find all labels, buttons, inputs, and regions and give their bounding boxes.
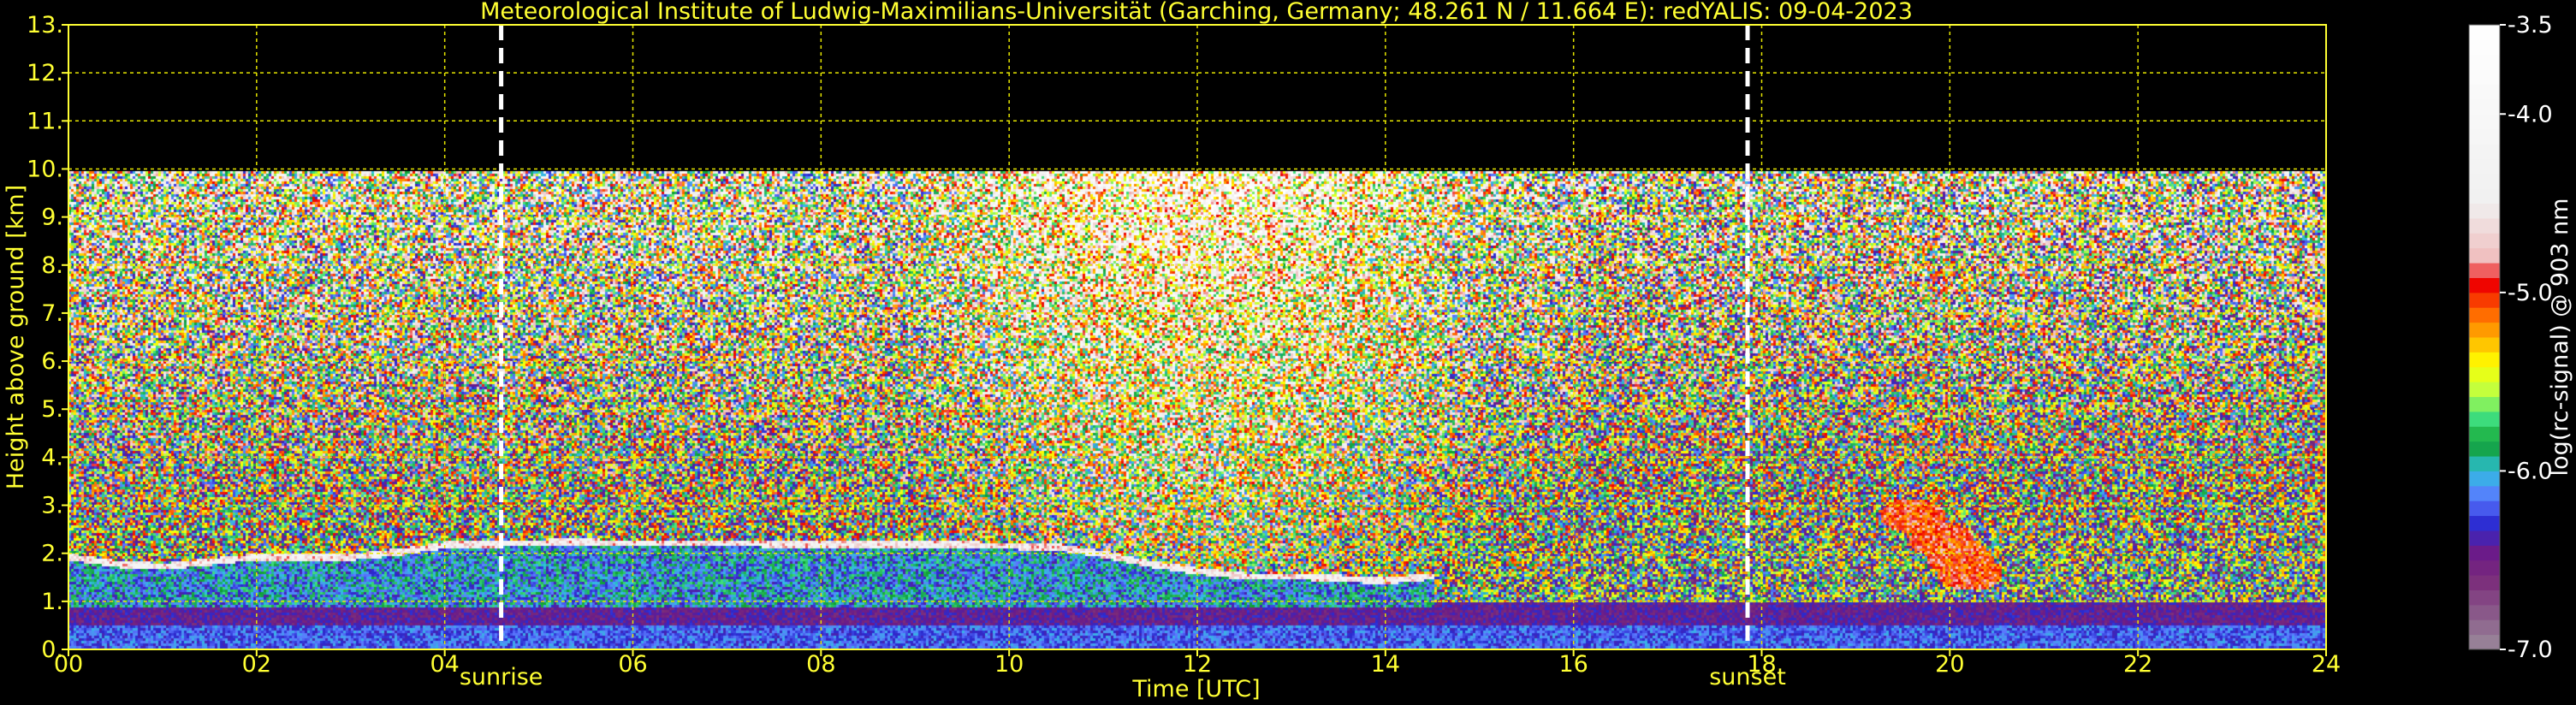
- colorbar-band: [2469, 98, 2500, 115]
- colorbar-label: log(rc-signal) @ 903 nm: [2547, 198, 2573, 477]
- y-tick-label-13: 13.: [27, 12, 63, 39]
- colorbar-band: [2469, 114, 2500, 130]
- colorbar-band: [2469, 575, 2500, 590]
- colorbar-band: [2469, 366, 2500, 382]
- colorbar-tick-label: -4.0: [2508, 101, 2553, 127]
- colorbar-band: [2469, 307, 2500, 323]
- colorbar-band: [2469, 560, 2500, 576]
- x-tick-label-04: 04: [430, 651, 459, 678]
- chart-title: Meteorological Institute of Ludwig-Maxim…: [480, 0, 1913, 25]
- colorbar-band: [2469, 233, 2500, 249]
- colorbar-band: [2469, 456, 2500, 471]
- colorbar-band: [2469, 485, 2500, 501]
- x-tick-label-08: 08: [806, 651, 835, 678]
- colorbar-band: [2469, 292, 2500, 308]
- colorbar-band: [2469, 589, 2500, 606]
- colorbar-tick-label: -3.5: [2508, 12, 2553, 39]
- colorbar-band: [2469, 128, 2500, 145]
- colorbar-band: [2469, 84, 2500, 100]
- colorbar-band: [2469, 217, 2500, 234]
- y-tick-label-7: 7.: [41, 300, 63, 327]
- x-tick-label-10: 10: [994, 651, 1024, 678]
- x-tick-label-02: 02: [242, 651, 271, 678]
- x-tick-label-24: 24: [2312, 651, 2341, 678]
- y-tick-label-4: 4.: [41, 444, 63, 471]
- colorbar-band: [2469, 426, 2500, 442]
- colorbar-tick-label: -7.0: [2508, 637, 2553, 663]
- x-tick-label-12: 12: [1183, 651, 1212, 678]
- colorbar-band: [2469, 530, 2500, 546]
- colorbar-band: [2469, 604, 2500, 620]
- colorbar-band: [2469, 69, 2500, 86]
- colorbar-band: [2469, 39, 2500, 56]
- x-tick-label-06: 06: [618, 651, 647, 678]
- y-tick-label-3: 3.: [41, 493, 63, 519]
- colorbar-band: [2469, 382, 2500, 398]
- colorbar-band: [2469, 263, 2500, 278]
- colorbar-band: [2469, 411, 2500, 427]
- y-tick-label-2: 2.: [41, 541, 63, 567]
- y-tick-label-12: 12.: [27, 60, 63, 86]
- colorbar-band: [2469, 515, 2500, 531]
- lidar-chart: sunrise sunset 00 02 04 06 08 10 12 14 16 18 20 22 24…: [0, 0, 2576, 705]
- colorbar-band: [2469, 501, 2500, 517]
- colorbar-bands: [2469, 25, 2500, 650]
- x-tick-label-18: 18: [1747, 651, 1776, 678]
- y-tick-label-0: 0.: [41, 637, 63, 663]
- colorbar-band: [2469, 396, 2500, 412]
- colorbar-band: [2469, 188, 2500, 204]
- y-tick-label-5: 5.: [41, 396, 63, 423]
- colorbar-band: [2469, 173, 2500, 189]
- colorbar-band: [2469, 471, 2500, 487]
- colorbar-band: [2469, 158, 2500, 175]
- colorbar-band: [2469, 619, 2500, 636]
- colorbar-band: [2469, 144, 2500, 159]
- y-axis-label: Height above ground [km]: [3, 185, 29, 489]
- colorbar-band: [2469, 247, 2500, 264]
- x-tick-label-16: 16: [1558, 651, 1588, 678]
- x-tick-label-22: 22: [2123, 651, 2152, 678]
- plot-area: sunrise sunset: [68, 24, 2327, 690]
- colorbar-band: [2469, 352, 2500, 368]
- y-tick-label-8: 8.: [41, 252, 63, 279]
- colorbar-tick-label: -6.0: [2508, 458, 2553, 484]
- backscatter-signal-layer: [68, 25, 2326, 649]
- backscatter-heatmap: [68, 25, 2326, 649]
- x-tick-label-14: 14: [1371, 651, 1400, 678]
- colorbar-band: [2469, 322, 2500, 338]
- colorbar-band: [2469, 545, 2500, 561]
- colorbar-band: [2469, 337, 2500, 352]
- y-tick-label-11: 11.: [27, 108, 63, 134]
- colorbar-band: [2469, 54, 2500, 70]
- colorbar-tick-label: -5.0: [2508, 280, 2553, 306]
- colorbar-band: [2469, 634, 2500, 650]
- y-tick-label-6: 6.: [41, 348, 63, 375]
- colorbar-band: [2469, 25, 2500, 40]
- y-tick-label-9: 9.: [41, 204, 63, 231]
- colorbar-band: [2469, 277, 2500, 293]
- colorbar-band: [2469, 441, 2500, 457]
- y-tick-label-1: 1.: [41, 589, 63, 615]
- y-tick-label-10: 10.: [27, 156, 63, 182]
- x-tick-label-20: 20: [1935, 651, 1964, 678]
- colorbar-band: [2469, 203, 2500, 219]
- sunrise-label: sunrise: [460, 664, 543, 690]
- x-axis-label: Time [UTC]: [1131, 676, 1260, 702]
